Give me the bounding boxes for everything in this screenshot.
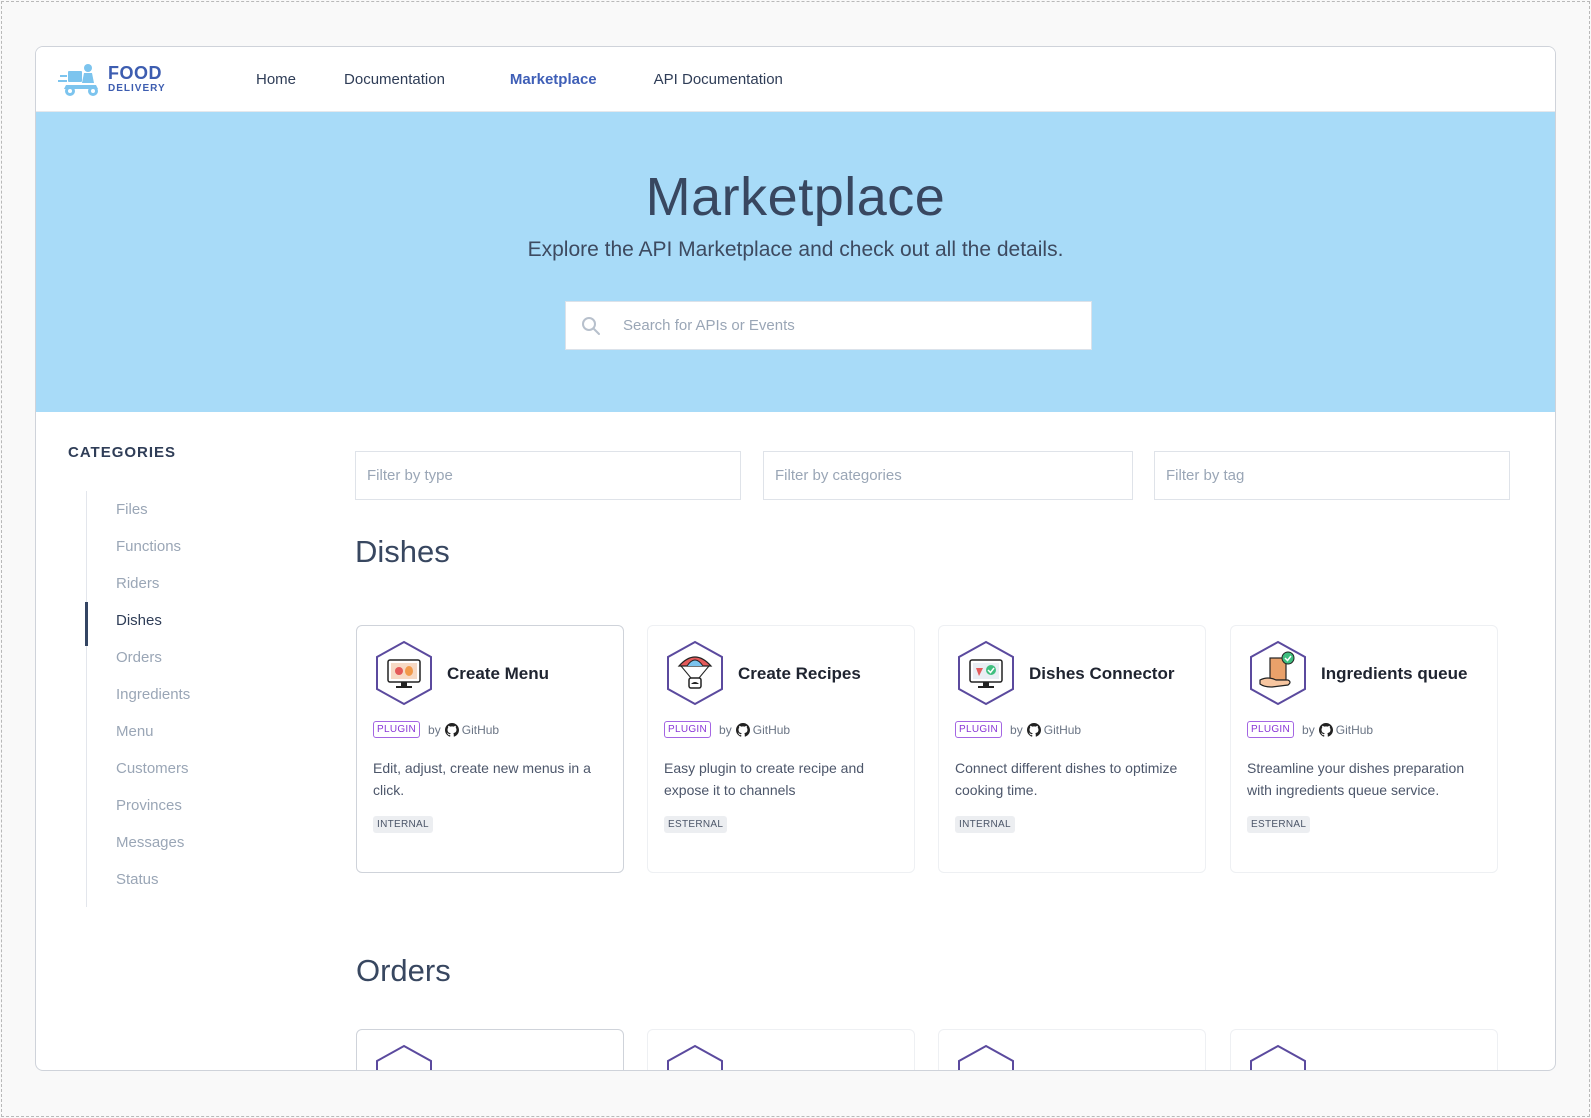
card-tag: ESTERNAL (1247, 816, 1311, 833)
api-card[interactable]: Ingredients queue PLUGIN by GitHub Strea… (1230, 625, 1498, 873)
filter-tag (1154, 451, 1510, 500)
search-icon (582, 316, 600, 335)
by-label: by (719, 722, 732, 737)
card-description: Streamline your dishes preparation with … (1247, 760, 1465, 798)
category-ingredients[interactable]: Ingredients (87, 676, 286, 713)
nav-marketplace[interactable]: Marketplace (510, 71, 597, 88)
card-tag: ESTERNAL (664, 816, 728, 833)
provider-label[interactable]: GitHub (1044, 723, 1081, 737)
filter-tag-input[interactable] (1166, 467, 1509, 484)
card-meta: PLUGIN by GitHub (373, 721, 499, 738)
search-input[interactable] (623, 317, 1063, 334)
provider-label[interactable]: GitHub (1336, 723, 1373, 737)
card-tag: INTERNAL (373, 816, 433, 833)
card-meta: PLUGIN by GitHub (955, 721, 1081, 738)
brand-name: FOOD (108, 63, 162, 83)
category-messages[interactable]: Messages (87, 824, 286, 861)
nav-home[interactable]: Home (256, 71, 296, 88)
provider-label[interactable]: GitHub (462, 723, 499, 737)
by-label: by (1010, 722, 1023, 737)
plugin-badge: PLUGIN (1247, 721, 1295, 738)
api-card[interactable] (938, 1029, 1206, 1070)
hero-banner: Marketplace Explore the API Marketplace … (36, 112, 1555, 412)
by-label: by (428, 722, 441, 737)
category-riders[interactable]: Riders (87, 565, 286, 602)
card-description: Edit, adjust, create new menus in a clic… (373, 760, 591, 798)
hexagon-icon (1250, 1044, 1306, 1070)
api-card[interactable] (647, 1029, 915, 1070)
card-title[interactable]: Dishes Connector (1029, 664, 1174, 684)
plugin-badge: PLUGIN (664, 721, 712, 738)
filter-type-input[interactable] (367, 467, 740, 484)
provider-label[interactable]: GitHub (753, 723, 790, 737)
plugin-badge: PLUGIN (955, 721, 1003, 738)
category-functions[interactable]: Functions (87, 528, 286, 565)
app-window: FOOD DELIVERY Home Documentation Marketp… (35, 46, 1556, 1071)
api-card[interactable] (356, 1029, 624, 1070)
category-provinces[interactable]: Provinces (87, 787, 286, 824)
filter-categories-input[interactable] (775, 467, 1132, 484)
hexagon-icon (667, 1044, 723, 1070)
category-menu[interactable]: Menu (87, 713, 286, 750)
card-title[interactable]: Create Recipes (738, 664, 861, 684)
card-description: Easy plugin to create recipe and expose … (664, 760, 865, 798)
categories-list: Files Functions Riders Dishes Orders Ing… (85, 491, 286, 907)
parachute-dish-icon (667, 640, 723, 706)
search-box (565, 301, 1092, 350)
card-description: Connect different dishes to optimize coo… (955, 760, 1178, 798)
card-meta: PLUGIN by GitHub (1247, 721, 1373, 738)
page-title: Marketplace (645, 167, 946, 227)
category-dishes[interactable]: Dishes (85, 602, 286, 646)
card-tag: INTERNAL (955, 816, 1015, 833)
github-icon (444, 722, 459, 737)
category-files[interactable]: Files (87, 491, 286, 528)
plugin-badge: PLUGIN (373, 721, 421, 738)
section-title-orders: Orders (356, 953, 451, 988)
nav-documentation[interactable]: Documentation (344, 71, 445, 88)
github-icon (1026, 722, 1041, 737)
hexagon-icon (958, 1044, 1014, 1070)
delivery-scooter-icon (58, 64, 98, 96)
page-subtitle: Explore the API Marketplace and check ou… (527, 238, 1064, 261)
card-title[interactable]: Ingredients queue (1321, 664, 1467, 684)
nav-api-documentation[interactable]: API Documentation (654, 71, 783, 88)
github-icon (735, 722, 750, 737)
hexagon-icon (376, 1044, 432, 1070)
api-card[interactable]: Create Recipes PLUGIN by GitHub Easy plu… (647, 625, 915, 873)
filter-categories (763, 451, 1133, 500)
github-icon (1318, 722, 1333, 737)
category-orders[interactable]: Orders (87, 639, 286, 676)
filter-type (355, 451, 741, 500)
api-card[interactable] (1230, 1029, 1498, 1070)
card-title[interactable]: Create Menu (447, 664, 549, 684)
by-label: by (1302, 722, 1315, 737)
brand-subtitle: DELIVERY (108, 83, 166, 94)
category-customers[interactable]: Customers (87, 750, 286, 787)
top-navbar: FOOD DELIVERY Home Documentation Marketp… (36, 47, 1555, 112)
hand-box-check-icon (1250, 640, 1306, 706)
monitor-food-icon (376, 640, 432, 706)
categories-heading: CATEGORIES (68, 444, 177, 461)
category-status[interactable]: Status (87, 861, 286, 898)
card-meta: PLUGIN by GitHub (664, 721, 790, 738)
monitor-check-icon (958, 640, 1014, 706)
api-card[interactable]: Dishes Connector PLUGIN by GitHub Connec… (938, 625, 1206, 873)
api-card[interactable]: Create Menu PLUGIN by GitHub Edit, adjus… (356, 625, 624, 873)
main-nav: Home Documentation Marketplace API Docum… (234, 71, 783, 88)
brand-logo[interactable]: FOOD DELIVERY (58, 61, 234, 97)
section-title-dishes: Dishes (355, 534, 450, 569)
